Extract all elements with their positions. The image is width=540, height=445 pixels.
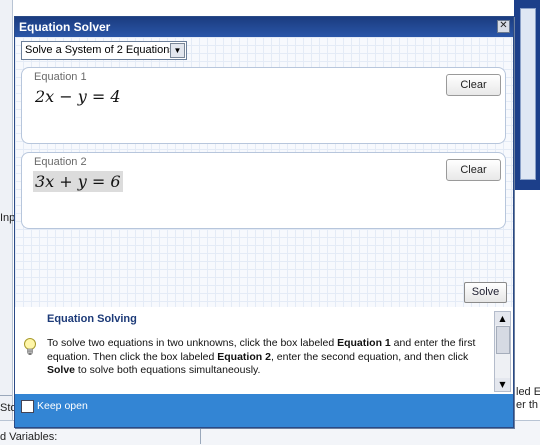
equation-2-label: Equation 2 — [34, 156, 87, 168]
scroll-thumb[interactable] — [496, 326, 510, 354]
dialog-title: Equation Solver — [19, 20, 111, 34]
help-panel: Equation Solving To solve two equations … — [15, 307, 513, 394]
background-bottom-divider — [200, 426, 201, 444]
clear-equation-2-button[interactable]: Clear — [446, 159, 501, 181]
help-bold-equation-1: Equation 1 — [337, 337, 391, 349]
scroll-down-icon[interactable]: ▼ — [495, 378, 510, 391]
dialog-content: Solve a System of 2 Equations ▼ Equation… — [15, 37, 513, 394]
equation-solver-dialog: Equation Solver ✕ Solve a System of 2 Eq… — [14, 16, 514, 428]
lightbulb-icon — [24, 338, 36, 355]
close-button[interactable]: ✕ — [497, 20, 510, 33]
mode-dropdown[interactable]: Solve a System of 2 Equations ▼ — [21, 41, 187, 60]
title-bar[interactable]: Equation Solver ✕ — [15, 17, 513, 37]
help-bold-equation-2: Equation 2 — [217, 350, 271, 363]
equation-1-input[interactable]: 2x − y = 4 — [33, 86, 123, 107]
dialog-footer: Keep open — [15, 394, 513, 427]
help-text: To solve two equations in two unknowns, … — [47, 337, 476, 376]
scroll-up-icon[interactable]: ▲ — [495, 312, 510, 325]
background-right-text-2: er th — [516, 399, 539, 411]
clear-equation-1-button[interactable]: Clear — [446, 74, 501, 96]
background-input-text: Inp — [0, 212, 16, 224]
equation-1-box[interactable]: Equation 1 2x − y = 4 Clear — [21, 67, 506, 144]
equation-1-label: Equation 1 — [34, 71, 87, 83]
background-right-text-1: led E — [516, 386, 540, 398]
background-right-strip — [514, 0, 540, 190]
mode-selected-value: Solve a System of 2 Equations — [25, 44, 175, 56]
equation-2-input[interactable]: 3x + y = 6 — [33, 171, 123, 192]
close-icon: ✕ — [499, 20, 508, 31]
keep-open-checkbox[interactable] — [21, 400, 34, 413]
background-variables-label: d Variables: — [0, 431, 58, 443]
equation-2-box[interactable]: Equation 2 3x + y = 6 Clear — [21, 152, 506, 229]
background-divider — [0, 395, 12, 396]
keep-open-label: Keep open — [37, 400, 88, 412]
chevron-down-icon[interactable]: ▼ — [170, 43, 185, 58]
help-scrollbar[interactable]: ▲ ▼ — [494, 311, 511, 392]
help-bold-solve: Solve — [47, 364, 76, 376]
solve-button[interactable]: Solve — [464, 282, 507, 303]
help-title: Equation Solving — [47, 313, 137, 325]
